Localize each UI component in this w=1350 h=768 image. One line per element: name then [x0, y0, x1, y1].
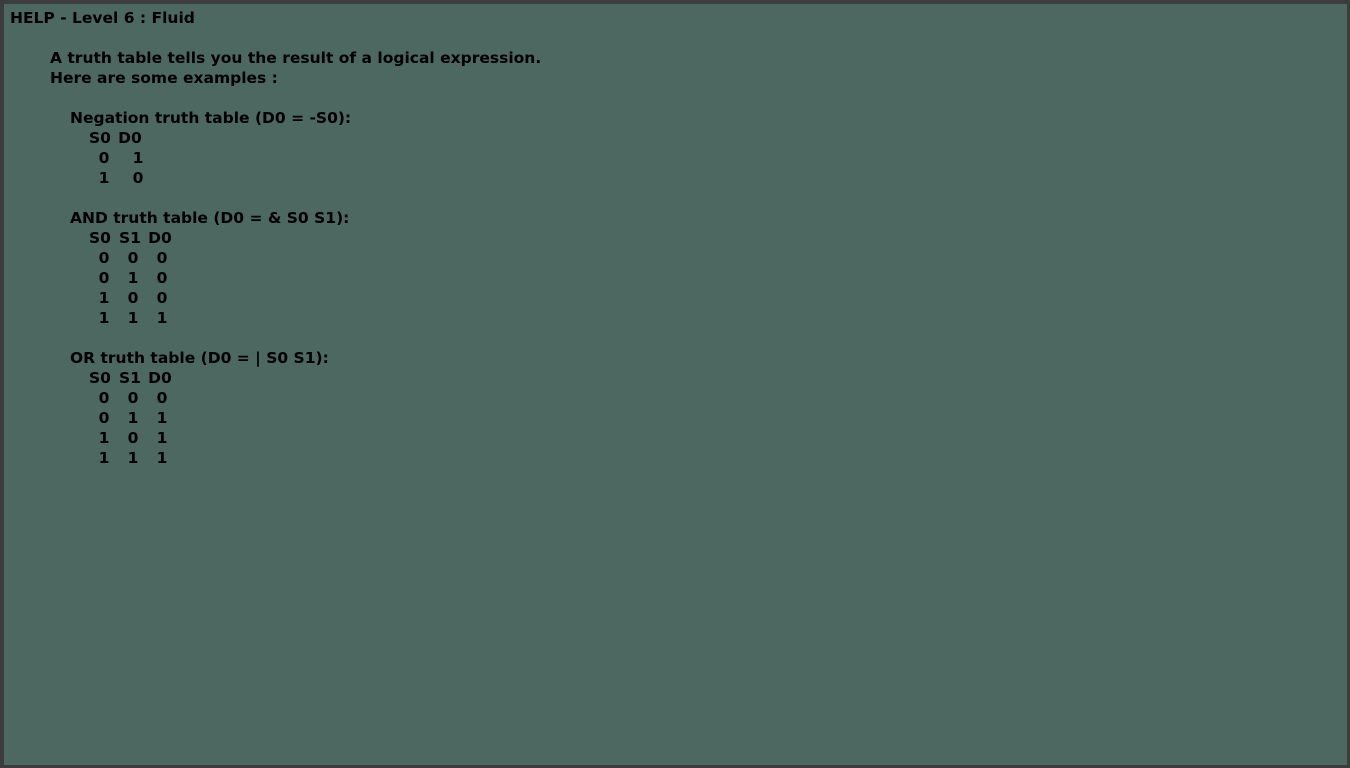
table-cell: 0 — [156, 389, 168, 407]
table-cell: 0 — [132, 169, 144, 187]
column-header: D0 — [118, 129, 142, 147]
column-header: D0 — [148, 229, 172, 247]
table-cell: 0 — [127, 389, 139, 407]
table-cell: 0 — [98, 269, 110, 287]
column-header: S1 — [119, 229, 141, 247]
table-cell: 1 — [98, 309, 110, 327]
column-header: S0 — [89, 229, 111, 247]
table-cell: 0 — [127, 289, 139, 307]
table-cell: 1 — [127, 269, 139, 287]
column-header: S0 — [89, 129, 111, 147]
table-cell: 1 — [127, 309, 139, 327]
intro-line-1: A truth table tells you the result of a … — [50, 49, 542, 67]
table-cell: 1 — [98, 289, 110, 307]
table-cell: 1 — [156, 449, 168, 467]
help-title: HELP - Level 6 : Fluid — [10, 9, 195, 27]
table-cell: 0 — [156, 289, 168, 307]
table-cell: 1 — [127, 449, 139, 467]
table-cell: 1 — [98, 449, 110, 467]
table-cell: 0 — [156, 249, 168, 267]
column-header: S1 — [119, 369, 141, 387]
table-cell: 1 — [156, 309, 168, 327]
table-cell: 0 — [98, 149, 110, 167]
intro-line-2: Here are some examples : — [50, 69, 278, 87]
table-cell: 0 — [98, 409, 110, 427]
table-cell: 0 — [98, 389, 110, 407]
table-cell: 0 — [127, 429, 139, 447]
table-heading: AND truth table (D0 = & S0 S1): — [70, 209, 350, 227]
table-cell: 1 — [132, 149, 144, 167]
table-cell: 0 — [98, 249, 110, 267]
table-cell: 1 — [156, 429, 168, 447]
table-heading: Negation truth table (D0 = -S0): — [70, 109, 352, 127]
column-header: D0 — [148, 369, 172, 387]
table-cell: 0 — [156, 269, 168, 287]
table-cell: 0 — [127, 249, 139, 267]
table-cell: 1 — [156, 409, 168, 427]
table-cell: 1 — [127, 409, 139, 427]
table-cell: 1 — [98, 169, 110, 187]
column-header: S0 — [89, 369, 111, 387]
help-screen: HELP - Level 6 : Fluid A truth table tel… — [4, 4, 1347, 765]
table-cell: 1 — [98, 429, 110, 447]
table-heading: OR truth table (D0 = | S0 S1): — [70, 349, 329, 367]
